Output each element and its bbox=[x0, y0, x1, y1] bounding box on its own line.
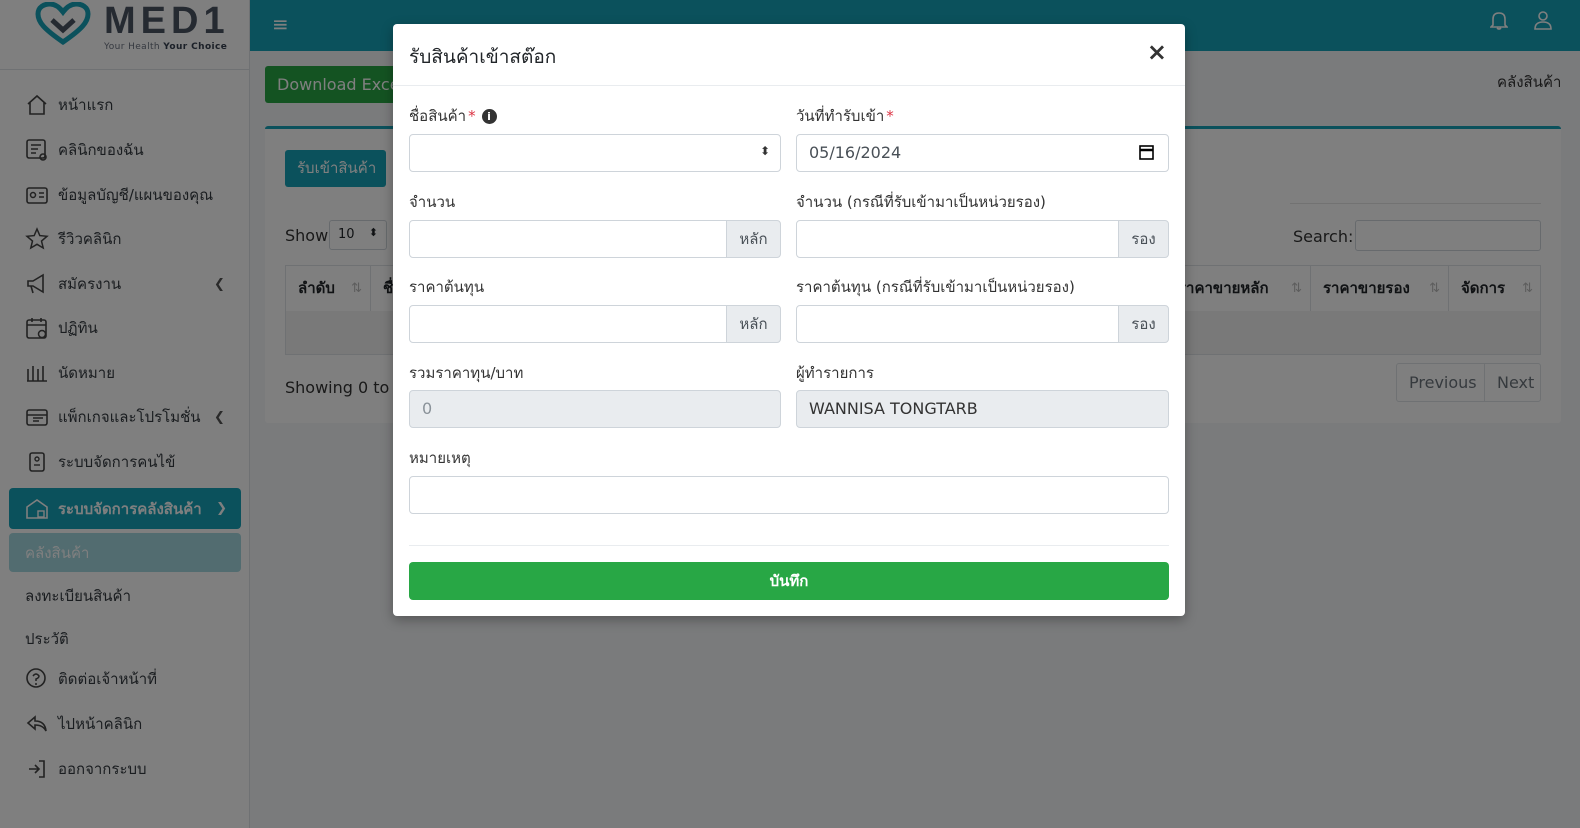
calendar-icon[interactable] bbox=[1139, 144, 1154, 160]
date-label-text: วันที่ทำรับเข้า bbox=[796, 107, 885, 125]
product-select[interactable]: ⬍ bbox=[409, 134, 781, 172]
total-cost-label: รวมราคาทุน/บาท bbox=[409, 364, 524, 382]
quantity-unit-addon: หลัก bbox=[726, 220, 781, 258]
quantity-label: จำนวน bbox=[409, 193, 456, 211]
operator-label: ผู้ทำรายการ bbox=[796, 364, 874, 382]
save-button[interactable]: บันทึก bbox=[409, 562, 1169, 600]
receive-date-input[interactable]: 05/16/2024 bbox=[796, 134, 1169, 172]
cost-sub-input[interactable] bbox=[796, 305, 1119, 343]
total-cost-field: 0 bbox=[409, 390, 781, 428]
receive-stock-modal: รับสินค้าเข้าสต๊อก × ชื่อสินค้า * i ⬍ วันท… bbox=[393, 24, 1185, 616]
modal-divider bbox=[409, 545, 1169, 546]
quantity-input[interactable] bbox=[409, 220, 727, 258]
close-icon[interactable]: × bbox=[1147, 38, 1167, 66]
cost-sub-unit-addon: รอง bbox=[1118, 305, 1169, 343]
quantity-sub-input[interactable] bbox=[796, 220, 1119, 258]
cost-input[interactable] bbox=[409, 305, 727, 343]
required-mark: * bbox=[886, 107, 894, 125]
cost-label: ราคาต้นทุน bbox=[409, 278, 485, 296]
operator-field: WANNISA TONGTARB bbox=[796, 390, 1169, 428]
select-arrow-icon: ⬍ bbox=[759, 144, 770, 158]
modal-title: รับสินค้าเข้าสต๊อก bbox=[409, 46, 557, 68]
cost-unit-addon: หลัก bbox=[726, 305, 781, 343]
date-label: วันที่ทำรับเข้า * bbox=[796, 104, 894, 128]
required-mark: * bbox=[468, 107, 476, 125]
note-input[interactable] bbox=[409, 476, 1169, 514]
product-label-text: ชื่อสินค้า bbox=[409, 107, 467, 125]
quantity-sub-label: จำนวน (กรณีที่รับเข้ามาเป็นหน่วยรอง) bbox=[796, 193, 1046, 211]
date-value: 05/16/2024 bbox=[809, 143, 902, 162]
quantity-sub-unit-addon: รอง bbox=[1118, 220, 1169, 258]
modal-header: รับสินค้าเข้าสต๊อก × bbox=[393, 24, 1185, 86]
product-label: ชื่อสินค้า * i bbox=[409, 104, 497, 128]
note-label: หมายเหตุ bbox=[409, 449, 471, 467]
info-icon[interactable]: i bbox=[481, 109, 497, 124]
cost-sub-label: ราคาต้นทุน (กรณีที่รับเข้ามาเป็นหน่วยรอง… bbox=[796, 278, 1075, 296]
